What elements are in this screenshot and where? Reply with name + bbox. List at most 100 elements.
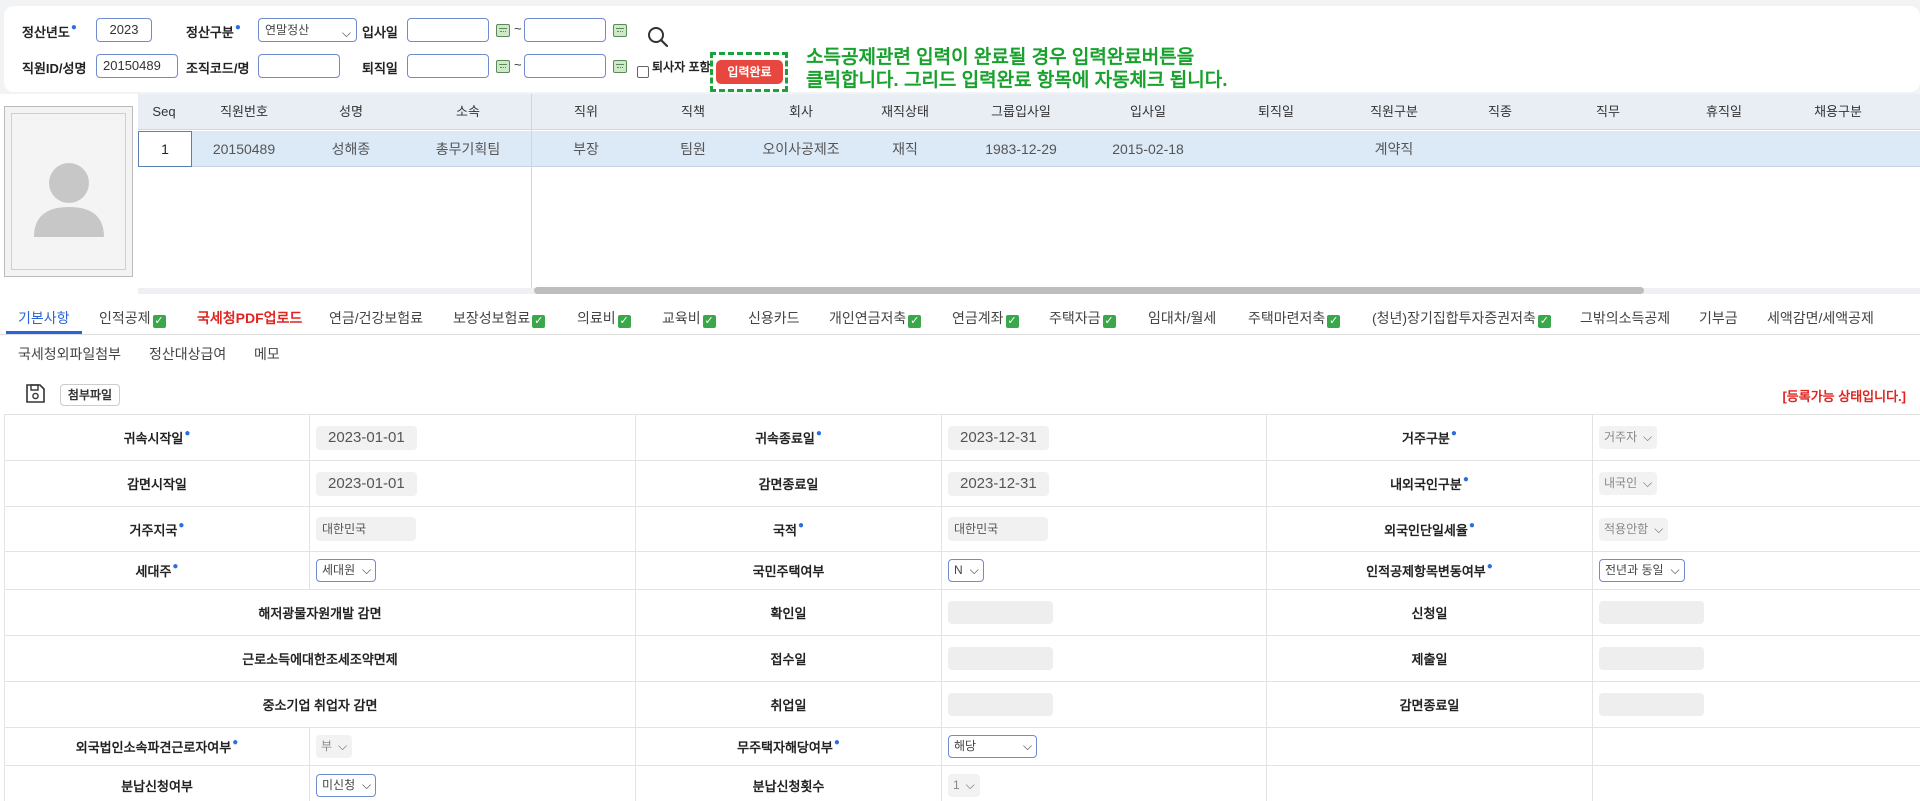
column-header[interactable]: 재직상태 [855, 94, 955, 130]
tab-personal-pension[interactable]: 개인연금저축 ✓ [829, 308, 922, 328]
grid-cell[interactable] [1450, 131, 1550, 167]
hire-date-from-input[interactable] [407, 18, 489, 42]
org-input[interactable] [258, 54, 340, 78]
installment-select[interactable]: 미신청 ⌵ [316, 774, 377, 797]
chevron-down-icon: ⌵ [1643, 430, 1653, 444]
hire-date-label: 입사일 [362, 25, 398, 40]
calendar-icon[interactable] [496, 60, 510, 73]
scrollbar-thumb[interactable] [534, 287, 1644, 294]
tab-housing-savings[interactable]: 주택마련저축 ✓ [1248, 308, 1341, 328]
grid-cell[interactable]: 총무기획팀 [403, 131, 533, 167]
national-housing-select[interactable]: N ⌵ [948, 559, 984, 582]
column-header[interactable]: 회사 [741, 94, 861, 130]
grid-cell[interactable]: 2015-02-18 [1088, 131, 1208, 167]
tab-housing-fund[interactable]: 주택자금 ✓ [1049, 308, 1116, 328]
grid-cell-seq[interactable]: 1 [138, 131, 192, 167]
employ-date-label: 취업일 [635, 681, 942, 728]
calendar-icon[interactable] [613, 24, 627, 37]
tab-donation[interactable]: 기부금 [1699, 308, 1738, 328]
tab-rent[interactable]: 임대차/월세 [1148, 308, 1216, 328]
grid-cell[interactable]: 재직 [855, 131, 955, 167]
grid-cell[interactable]: 20150489 [189, 131, 299, 167]
tab-insurance[interactable]: 보장성보험료 ✓ [453, 308, 546, 328]
range-separator: ~ [514, 57, 522, 72]
tab-bar: 기본사항 인적공제 ✓ 국세청PDF업로드 연금/건강보험료 보장성보험료 ✓ 의료비 ✓ 교육비… [0, 300, 1920, 372]
check-icon: ✓ [1005, 315, 1019, 328]
grid-cell[interactable]: 1983-12-29 [961, 131, 1081, 167]
grid-cell[interactable]: 팀원 [643, 131, 743, 167]
form-row: 중소기업 취업자 감면 취업일 감면종료일 [4, 681, 1920, 728]
empty-cell [1266, 727, 1593, 766]
homeless-select[interactable]: 해당 ⌵ [948, 735, 1038, 758]
retire-date-to-input[interactable] [524, 54, 606, 78]
column-header[interactable]: 입사일 [1088, 94, 1208, 130]
flat-tax-label: 외국인단일세율● [1266, 506, 1593, 552]
year-input[interactable]: 2023 [96, 18, 152, 42]
column-header[interactable]: 그룹입사일 [961, 94, 1081, 130]
grid-cell[interactable]: 오이사공제조 [741, 131, 861, 167]
grid-cell[interactable] [1226, 131, 1326, 167]
residence-type-select: 거주자 ⌵ [1599, 426, 1658, 449]
search-icon[interactable] [647, 26, 669, 48]
column-header[interactable]: 직책 [643, 94, 743, 130]
column-header[interactable]: Seq [139, 94, 189, 130]
check-icon: ✓ [617, 315, 631, 328]
apply-date-input [1599, 601, 1704, 624]
reduce-end-date-label: 감면종료일 [1266, 681, 1593, 728]
grid-cell[interactable]: 계약직 [1334, 131, 1454, 167]
column-header[interactable]: 직원번호 [189, 94, 299, 130]
installment-label: 분납신청여부 [4, 765, 310, 801]
calendar-icon[interactable] [613, 60, 627, 73]
attach-file-button[interactable]: 첨부파일 [60, 384, 120, 406]
column-header[interactable]: 직무 [1558, 94, 1658, 130]
tab-memo[interactable]: 메모 [254, 344, 280, 364]
chevron-down-icon: ⌵ [1654, 521, 1664, 536]
tab-pension-account[interactable]: 연금계좌 ✓ [952, 308, 1019, 328]
retire-date-from-input[interactable] [407, 54, 489, 78]
tab-personal[interactable]: 인적공제 ✓ [99, 308, 166, 328]
column-header[interactable]: 직위 [536, 94, 636, 130]
tab-label: 주택자금 [1049, 310, 1101, 326]
tab-tax-credit[interactable]: 세액감면/세액공제 [1767, 308, 1874, 328]
column-header[interactable]: 성명 [301, 94, 401, 130]
grid-cell[interactable] [1783, 131, 1893, 167]
tab-long-term-invest[interactable]: (청년)장기집합투자증권저축 ✓ [1372, 308, 1551, 328]
foreign-dispatch-cell: 부 ⌵ [309, 727, 636, 766]
column-header[interactable]: 채용구분 [1783, 94, 1893, 130]
householder-select[interactable]: 세대원 ⌵ [316, 559, 377, 582]
attr-start-value: 2023-01-01 [316, 425, 417, 450]
employee-input[interactable]: 20150489 [96, 54, 178, 78]
deduction-change-select[interactable]: 전년과 동일 ⌵ [1599, 559, 1685, 582]
sme-label: 중소기업 취업자 감면 [4, 681, 636, 728]
include-retired-checkbox[interactable] [637, 66, 649, 78]
tab-salary[interactable]: 정산대상급여 [149, 344, 226, 364]
reduce-end-date-cell [1592, 681, 1920, 728]
tab-pension-health[interactable]: 연금/건강보험료 [329, 308, 423, 328]
tab-nts-pdf[interactable]: 국세청PDF업로드 [197, 308, 302, 328]
grid-cell[interactable]: 성해종 [301, 131, 401, 167]
grid-cell[interactable]: 부장 [536, 131, 636, 167]
grid-cell[interactable] [1558, 131, 1658, 167]
tab-external-file[interactable]: 국세청외파일첨부 [18, 344, 121, 364]
tab-basic[interactable]: 기본사항 [18, 308, 70, 328]
column-header[interactable]: 휴직일 [1674, 94, 1774, 130]
tab-credit-card[interactable]: 신용카드 [748, 308, 800, 328]
column-header[interactable]: 직원구분 [1334, 94, 1454, 130]
tab-medical[interactable]: 의료비 ✓ [577, 308, 631, 328]
column-header[interactable]: 소속 [403, 94, 533, 130]
range-separator: ~ [514, 21, 522, 36]
save-icon[interactable] [25, 383, 46, 404]
column-header[interactable]: 퇴직일 [1226, 94, 1326, 130]
homeless-label: 무주택자해당여부● [635, 727, 942, 766]
tab-education[interactable]: 교육비 ✓ [662, 308, 716, 328]
avatar-placeholder-icon [34, 163, 104, 237]
calendar-icon[interactable] [496, 24, 510, 37]
grid-cell[interactable] [1674, 131, 1774, 167]
confirm-date-cell [941, 589, 1267, 636]
settle-type-select[interactable]: 연말정산 ⌵ [258, 18, 357, 42]
reduce-start-value: 2023-01-01 [316, 471, 417, 496]
hire-date-to-input[interactable] [524, 18, 606, 42]
input-complete-button[interactable]: 입력완료 [716, 60, 783, 84]
tab-other-income[interactable]: 그밖의소득공제 [1580, 308, 1670, 328]
column-header[interactable]: 직종 [1450, 94, 1550, 130]
